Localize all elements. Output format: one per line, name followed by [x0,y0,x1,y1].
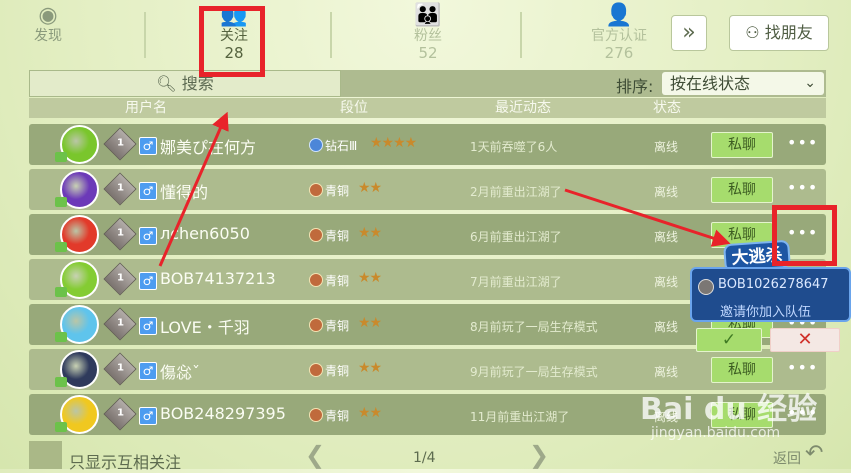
annotation-arrows [158,111,731,267]
arrow-to-following [158,111,229,267]
arrow-to-more [564,188,731,247]
